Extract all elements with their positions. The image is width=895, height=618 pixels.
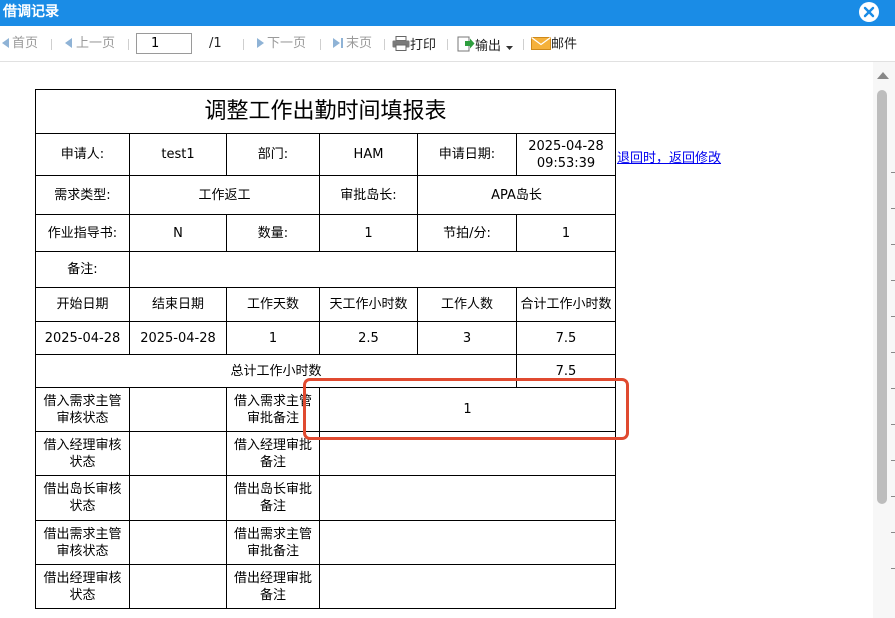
- approval-row: 借出经理审核状态 借出经理审批备注: [35, 564, 617, 609]
- last-page-button[interactable]: 末页: [330, 36, 372, 52]
- return-edit-link[interactable]: 退回时，返回修改: [617, 147, 721, 166]
- approval-note-label: 借入需求主管审批备注: [226, 387, 320, 432]
- approver-value: APA岛长: [416, 175, 617, 215]
- quantity-label: 数量:: [226, 214, 320, 252]
- apply-date-label: 申请日期:: [417, 133, 517, 176]
- approval-note-label: 借出经理审批备注: [226, 564, 320, 609]
- last-page-icon: [333, 38, 343, 48]
- toolbar-divider: [320, 39, 321, 50]
- export-dropdown[interactable]: 输出: [457, 36, 514, 54]
- apply-time: 09:53:39: [536, 155, 596, 171]
- approval-status-value: [129, 564, 227, 609]
- applicant-value: test1: [129, 133, 227, 176]
- scrollbar-thumb[interactable]: [877, 90, 887, 504]
- column-header: 合计工作小时数: [515, 287, 617, 322]
- window-title: 借调记录: [3, 4, 59, 20]
- grand-total-label: 总计工作小时数: [35, 354, 517, 388]
- toolbar-divider: [384, 39, 385, 50]
- approval-note-label: 借出需求主管审批备注: [226, 520, 320, 565]
- apply-date: 2025-04-28: [528, 138, 604, 154]
- toolbar-divider: [128, 39, 129, 50]
- column-header: 结束日期: [129, 287, 227, 322]
- approval-note-value: 1: [318, 387, 617, 432]
- toolbar-divider: [51, 39, 52, 50]
- overtime-report-table: 调整工作出勤时间填报表 申请人: test1 部门: HAM 申请日期: 202…: [34, 89, 617, 609]
- remark-label: 备注:: [35, 251, 130, 288]
- first-page-icon: [2, 38, 9, 48]
- background-grid-edge: [891, 172, 895, 618]
- toolbar-divider: [243, 39, 244, 50]
- mail-icon: [531, 37, 551, 50]
- approval-note-value: [318, 520, 617, 565]
- quantity-value: 1: [319, 214, 418, 252]
- chevron-down-icon: [506, 46, 514, 50]
- toolbar-divider: [523, 39, 524, 50]
- demand-type-label: 需求类型:: [35, 175, 130, 215]
- approval-row: 借出需求主管审核状态 借出需求主管审批备注: [35, 520, 617, 565]
- mail-button[interactable]: 邮件: [531, 36, 577, 52]
- export-icon: [457, 36, 475, 52]
- page-total: /1: [209, 36, 222, 51]
- column-header: 工作天数: [226, 287, 320, 322]
- printer-icon: [392, 36, 410, 51]
- daily-hours-cell: 2.5: [319, 321, 418, 355]
- prev-page-button[interactable]: 上一页: [62, 36, 115, 52]
- print-button[interactable]: 打印: [392, 36, 436, 53]
- close-icon: [863, 6, 875, 18]
- takt-label: 节拍/分:: [417, 214, 517, 252]
- approval-status-label: 借入经理审核状态: [35, 431, 130, 476]
- work-guide-label: 作业指导书:: [35, 214, 130, 252]
- work-guide-value: N: [129, 214, 227, 252]
- department-label: 部门:: [226, 133, 320, 176]
- end-date-cell: 2025-04-28: [129, 321, 227, 355]
- first-page-button[interactable]: 首页: [0, 36, 38, 52]
- approval-status-label: 借入需求主管审核状态: [35, 387, 130, 432]
- approval-status-label: 借出经理审核状态: [35, 564, 130, 609]
- approval-note-value: [318, 564, 617, 609]
- report-title: 调整工作出勤时间填报表: [34, 89, 617, 134]
- approver-label: 审批岛长:: [319, 175, 418, 215]
- remark-value: [128, 251, 617, 288]
- next-page-button[interactable]: 下一页: [253, 36, 306, 52]
- approval-note-label: 借入经理审批备注: [226, 431, 320, 476]
- column-header: 天工作小时数: [319, 287, 418, 322]
- report-toolbar: 首页 上一页 /1 下一页 末页 打印 输出 邮件: [0, 26, 895, 62]
- approval-row: 借入经理审核状态 借入经理审批备注: [35, 431, 617, 476]
- start-date-cell: 2025-04-28: [35, 321, 130, 355]
- department-value: HAM: [319, 133, 418, 176]
- grand-total-value: 7.5: [515, 354, 617, 388]
- applicant-label: 申请人:: [35, 133, 130, 176]
- close-button[interactable]: [859, 2, 879, 22]
- apply-date-value: 2025-04-28 09:53:39: [515, 133, 617, 176]
- approval-status-label: 借出岛长审核状态: [35, 475, 130, 521]
- total-hours-cell: 7.5: [515, 321, 617, 355]
- prev-page-icon: [65, 38, 72, 48]
- approval-status-value: [129, 475, 227, 521]
- workers-cell: 3: [417, 321, 517, 355]
- work-days-cell: 1: [226, 321, 320, 355]
- approval-status-value: [129, 520, 227, 565]
- approval-note-value: [318, 431, 617, 476]
- table-row: 2025-04-28 2025-04-28 1 2.5 3 7.5: [35, 321, 617, 355]
- window-titlebar: 借调记录: [0, 0, 895, 26]
- toolbar-divider: [447, 39, 448, 50]
- column-header: 工作人数: [417, 287, 517, 322]
- page-number-input[interactable]: [136, 33, 192, 54]
- approval-note-label: 借出岛长审批备注: [226, 475, 320, 521]
- approval-status-label: 借出需求主管审核状态: [35, 520, 130, 565]
- scroll-up-icon[interactable]: [877, 72, 889, 79]
- demand-type-value: 工作返工: [129, 175, 320, 215]
- approval-status-value: [129, 387, 227, 432]
- approval-note-value: [318, 475, 617, 521]
- approval-row: 借入需求主管审核状态 借入需求主管审批备注 1: [35, 387, 617, 432]
- next-page-icon: [257, 38, 264, 48]
- column-header: 开始日期: [35, 287, 130, 322]
- approval-status-value: [129, 431, 227, 476]
- approval-row: 借出岛长审核状态 借出岛长审批备注: [35, 475, 617, 521]
- takt-value: 1: [515, 214, 617, 252]
